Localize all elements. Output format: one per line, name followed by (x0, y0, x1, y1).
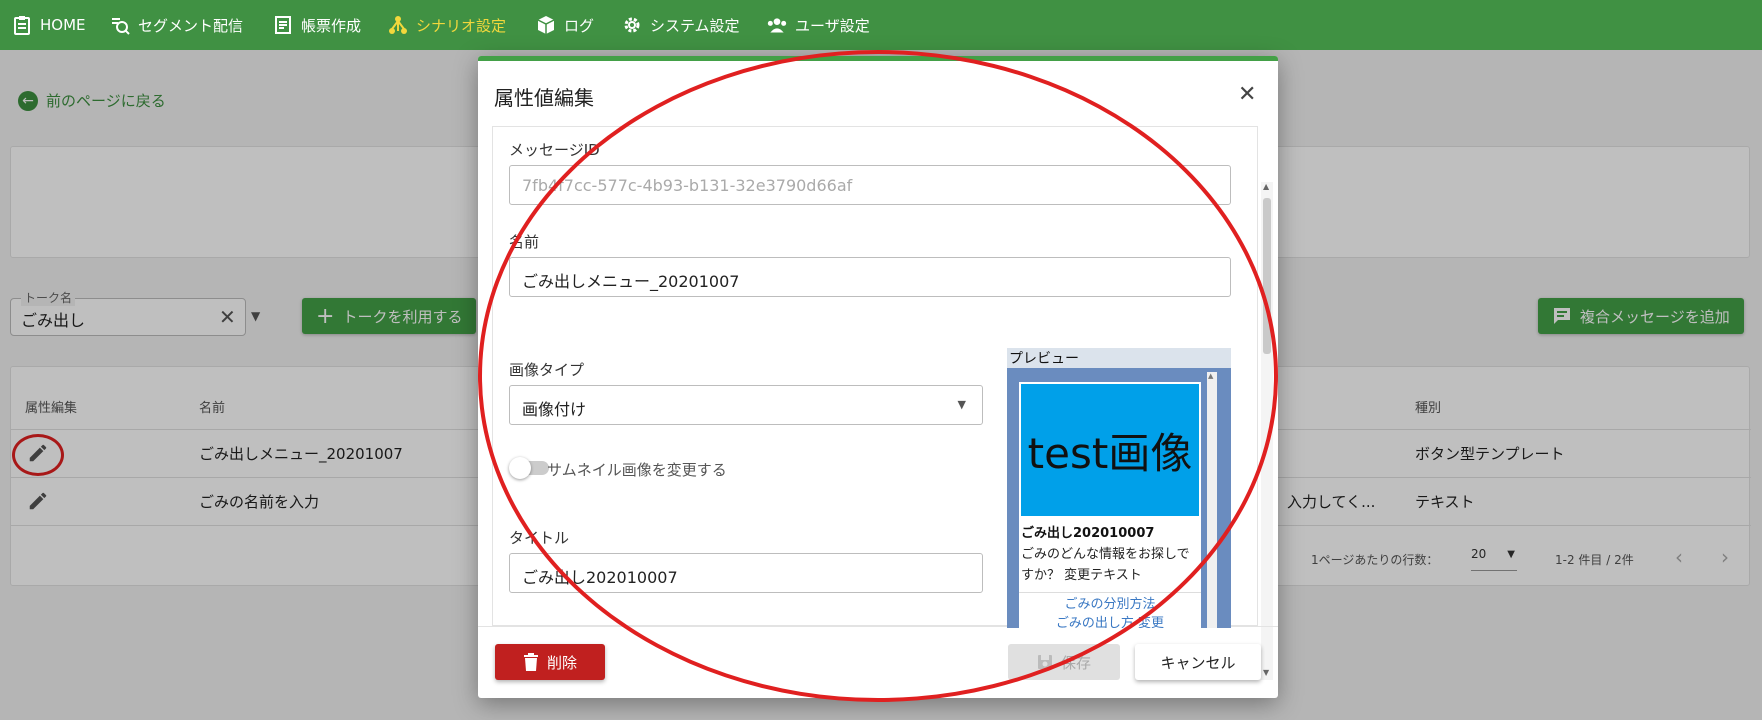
document-icon (275, 16, 291, 34)
nav-log[interactable]: ログ (536, 0, 594, 50)
gear-icon (624, 17, 640, 33)
dialog-title: 属性値編集 (494, 86, 594, 110)
nav-user-settings[interactable]: ユーザ設定 (767, 0, 870, 50)
cancel-button-label: キャンセル (1160, 653, 1236, 672)
scenario-icon (389, 16, 407, 34)
cube-icon (537, 16, 555, 34)
nav-scenario[interactable]: シナリオ設定 (388, 0, 506, 50)
nav-report-label: 帳票作成 (301, 16, 362, 35)
nav-home[interactable]: HOME (12, 0, 86, 50)
cancel-button[interactable]: キャンセル (1135, 644, 1261, 680)
delete-button[interactable]: 削除 (495, 644, 605, 680)
clipboard-icon (14, 16, 30, 35)
nav-segment-label: セグメント配信 (138, 16, 244, 35)
nav-user-settings-label: ユーザ設定 (795, 16, 870, 35)
delete-button-label: 削除 (546, 653, 577, 672)
nav-system-settings-label: システム設定 (650, 16, 740, 35)
nav-scenario-label: シナリオ設定 (416, 16, 507, 35)
nav-system-settings[interactable]: システム設定 (622, 0, 740, 50)
users-icon (767, 18, 787, 33)
trash-icon (523, 653, 538, 671)
top-navbar: HOME セグメント配信 帳票作成 シナリオ設定 ログ システム設定 ユーザ設定 (0, 0, 1762, 50)
close-icon[interactable]: ✕ (1238, 82, 1256, 107)
nav-segment[interactable]: セグメント配信 (110, 0, 243, 50)
nav-log-label: ログ (564, 16, 595, 35)
segment-icon (112, 18, 130, 35)
nav-report[interactable]: 帳票作成 (273, 0, 361, 50)
nav-home-label: HOME (40, 16, 86, 34)
annotation-ellipse-dialog (478, 50, 1278, 702)
